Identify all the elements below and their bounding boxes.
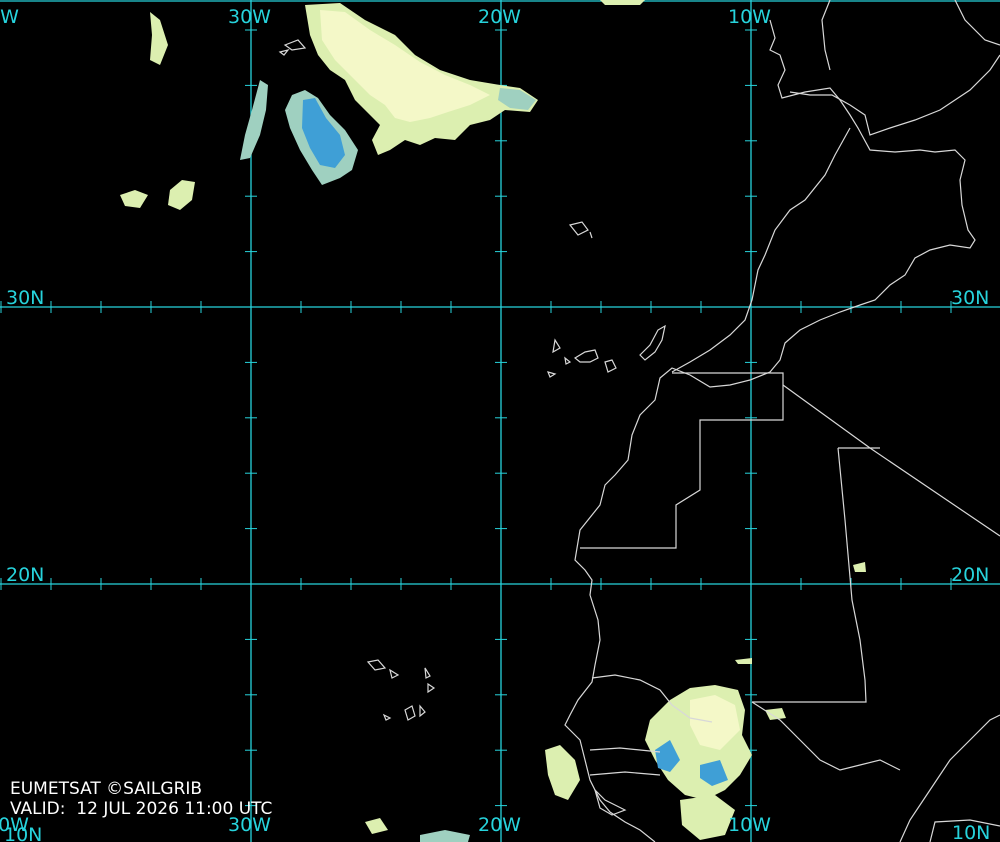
- label-lon-20w-bottom: 20W: [478, 814, 521, 836]
- cloud-north-band-light: [320, 10, 490, 122]
- border-western-sahara: [580, 372, 784, 549]
- label-lon-10w-top: 10W: [728, 6, 771, 28]
- cloud-far-west-strip: [150, 12, 168, 65]
- graticule: [0, 0, 1000, 842]
- label-corner-top-left: 0W: [0, 6, 19, 28]
- island-cabo-verde-c: [424, 667, 431, 679]
- island-cabo-verde-a: [366, 659, 387, 671]
- map-graphics: [0, 0, 1000, 842]
- cloud-small-mid: [853, 562, 866, 572]
- credit-source: EUMETSAT ©SAILGRIB: [10, 779, 203, 799]
- island-canary-f: [546, 371, 557, 378]
- island-cabo-verde-g: [419, 704, 426, 718]
- island-cabo-verde-d: [427, 682, 436, 694]
- graticule-ticks: [0, 29, 952, 807]
- coast-spain-south: [789, 54, 1000, 136]
- label-lat-20n-left: 20N: [6, 564, 45, 586]
- island-canary-c: [604, 359, 617, 373]
- island-azores-a: [283, 39, 307, 51]
- cloud-coast-patch: [545, 745, 580, 800]
- island-azores-b: [278, 48, 290, 56]
- credit-valid-time: VALID: 12 JUL 2026 11:00 UTC: [10, 799, 273, 819]
- island-canary-d: [639, 324, 666, 361]
- coast-morocco-inland: [671, 127, 851, 373]
- label-lat-30n-right: 30N: [951, 287, 990, 309]
- border-algeria-mali: [782, 384, 1000, 537]
- island-cabo-verde-e: [382, 713, 392, 721]
- satellite-map: 0W 30W 20W 10W 30N 30N 20N 20N 40W 10N 3…: [0, 0, 1000, 842]
- cloud-cover: [120, 0, 866, 842]
- cloud-west-dot-a: [120, 190, 148, 208]
- cloud-small-dash: [735, 658, 752, 664]
- island-canary-a: [552, 338, 561, 354]
- label-lon-20w-top: 20W: [478, 6, 521, 28]
- cloud-west-dot-b: [168, 180, 195, 210]
- cloud-west-strip: [240, 80, 268, 160]
- label-lat-10n-bottom-right: 10N: [952, 822, 991, 842]
- coast-east-1: [821, 0, 831, 71]
- label-lat-20n-right: 20N: [951, 564, 990, 586]
- island-canary-b: [573, 349, 599, 363]
- island-cabo-verde-f: [404, 705, 416, 721]
- cloud-small-east: [765, 708, 786, 720]
- label-lon-10w-bottom: 10W: [728, 814, 771, 836]
- border-mauritania-mali: [752, 447, 880, 703]
- cloud-top-patch: [600, 0, 645, 5]
- label-lon-30w-top: 30W: [228, 6, 271, 28]
- coast-east-2: [954, 0, 1000, 46]
- island-cabo-verde-b: [389, 668, 400, 679]
- island-canary-e: [564, 356, 572, 365]
- border-gambia: [589, 747, 661, 776]
- island-madeira: [568, 221, 593, 239]
- label-lat-10n-bottom-left: 10N: [4, 824, 43, 842]
- label-lat-30n-left: 30N: [6, 287, 45, 309]
- cloud-bottom-patch-b: [365, 818, 388, 834]
- cloud-bottom-patch-a: [420, 830, 470, 842]
- cloud-south-patch: [680, 795, 735, 840]
